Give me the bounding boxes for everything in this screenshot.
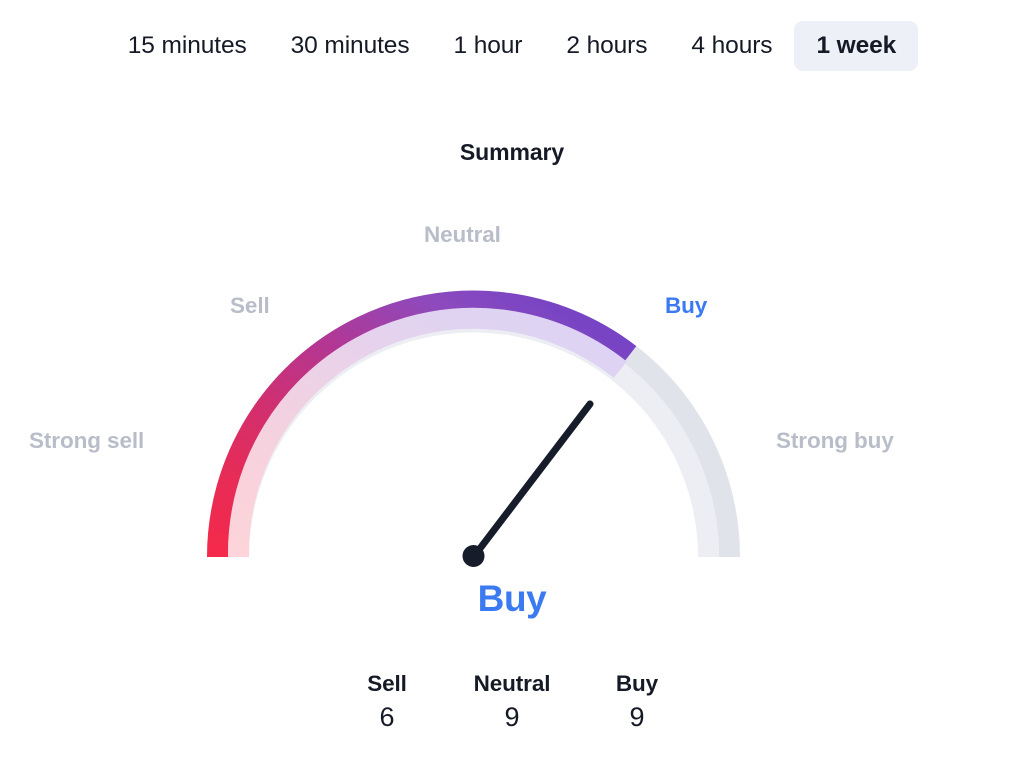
- count-label-neutral: Neutral: [473, 671, 551, 696]
- count-label-sell: Sell: [367, 671, 407, 696]
- gauge-label-buy: Buy: [665, 293, 708, 318]
- count-value-sell: 6: [379, 702, 395, 733]
- summary-gauge: Strong sell Sell Neutral Buy Strong buy: [0, 185, 1024, 585]
- summary-verdict: Buy: [477, 578, 547, 619]
- gauge-label-neutral: Neutral: [424, 222, 501, 247]
- gauge-needle: [470, 400, 594, 561]
- gauge-track-outer: [207, 290, 740, 558]
- count-label-buy: Buy: [615, 671, 659, 696]
- gauge-label-strong-buy: Strong buy: [776, 428, 894, 453]
- count-column-buy: Buy 9: [575, 670, 700, 737]
- timeframe-tabbar: 15 minutes 30 minutes 1 hour 2 hours 4 h…: [0, 0, 1024, 92]
- gauge-label-strong-sell: Strong sell: [29, 428, 145, 453]
- count-column-neutral: Neutral 9: [450, 670, 575, 737]
- tab-2-hours[interactable]: 2 hours: [544, 21, 669, 72]
- signal-counts: Sell 6 Neutral 9 Buy 9: [0, 670, 1024, 737]
- gauge-needle-hub: [462, 545, 485, 567]
- gauge-dial: [207, 290, 740, 567]
- panel-title: Summary: [459, 139, 565, 165]
- tab-30-minutes[interactable]: 30 minutes: [269, 21, 432, 72]
- tab-1-week[interactable]: 1 week: [794, 20, 919, 72]
- count-column-sell: Sell 6: [325, 670, 450, 737]
- tab-15-minutes[interactable]: 15 minutes: [106, 21, 269, 72]
- tab-1-hour[interactable]: 1 hour: [432, 21, 545, 72]
- gauge-label-sell: Sell: [230, 293, 270, 318]
- count-value-buy: 9: [629, 702, 645, 733]
- count-value-neutral: 9: [504, 702, 520, 733]
- tab-4-hours[interactable]: 4 hours: [669, 21, 794, 72]
